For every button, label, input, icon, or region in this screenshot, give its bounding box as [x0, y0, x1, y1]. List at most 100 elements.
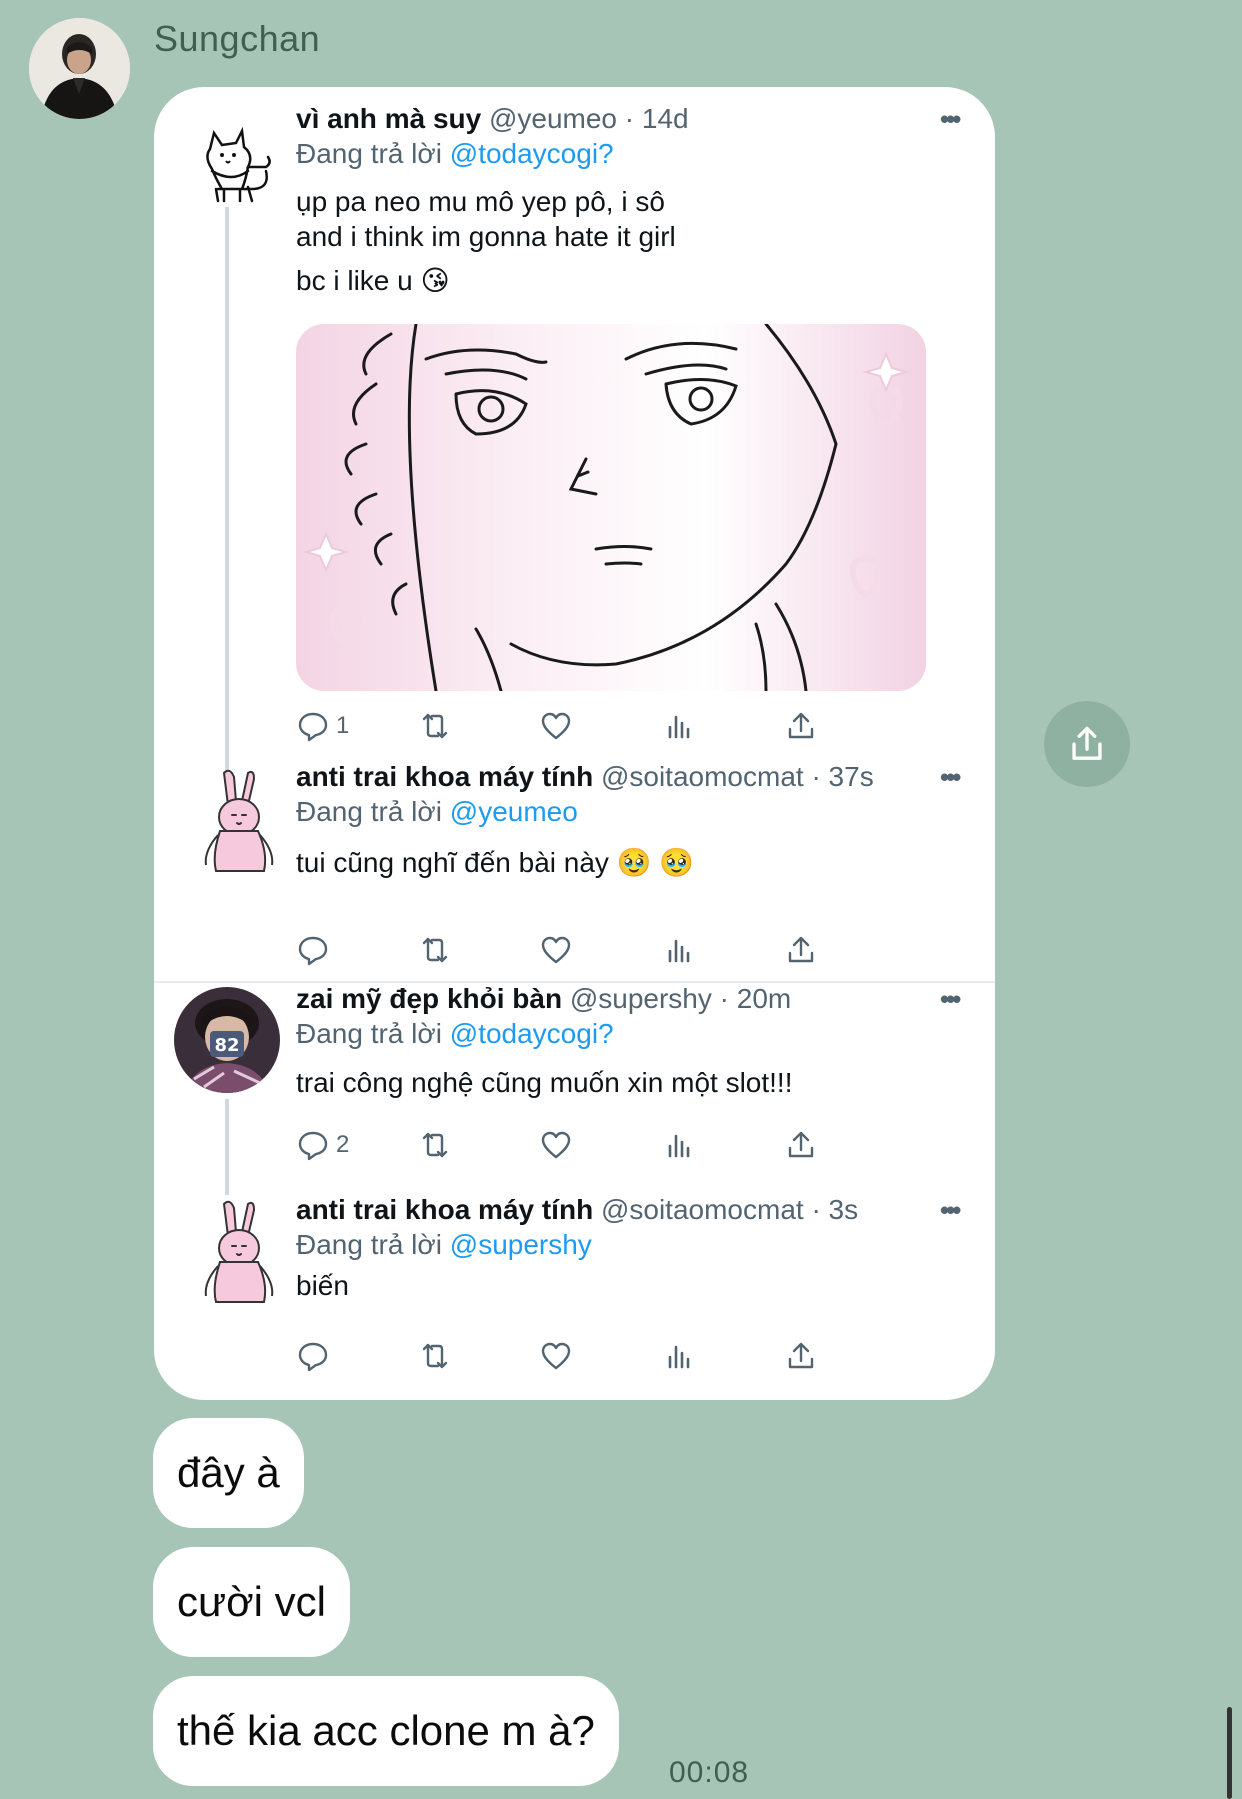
retweet-button[interactable]	[418, 1125, 452, 1165]
message-bubble[interactable]: cười vcl	[153, 1547, 350, 1657]
views-button[interactable]	[662, 930, 696, 970]
display-name[interactable]: zai mỹ đẹp khỏi bàn	[296, 983, 562, 1014]
replying-to: Đang trả lời @supershy	[296, 1229, 592, 1261]
share-button[interactable]	[784, 1125, 818, 1165]
anime-sketch-image[interactable]	[296, 324, 926, 691]
replying-to: Đang trả lời @yeumeo	[296, 796, 578, 828]
tweet-actions: 2	[296, 1125, 916, 1165]
heart-icon	[541, 1131, 571, 1159]
reply-count: 2	[336, 1131, 350, 1158]
tweet-actions	[296, 1336, 916, 1376]
sender-name: Sungchan	[154, 18, 321, 59]
handle-time: @yeumeo · 14d	[488, 103, 689, 134]
share-button[interactable]	[784, 930, 818, 970]
display-name[interactable]: anti trai khoa máy tính	[296, 761, 593, 792]
replying-to-label: Đang trả lời	[296, 1018, 442, 1049]
reply-icon	[298, 1131, 328, 1161]
tweet-line: tui cũng nghĩ đến bài này 🥹 🥹	[296, 847, 695, 878]
cat-doodle-avatar[interactable]	[182, 109, 294, 221]
tweet-header: anti trai khoa máy tính @soitaomocmat · …	[296, 761, 874, 793]
tweet-text: tui cũng nghĩ đến bài này 🥹 🥹	[296, 845, 694, 880]
retweet-button[interactable]	[418, 706, 452, 746]
tweet-text: biến	[296, 1268, 349, 1303]
reply-count: 1	[336, 712, 350, 739]
retweet-icon	[422, 1132, 448, 1158]
views-button[interactable]	[662, 706, 696, 746]
tweet-actions	[296, 930, 916, 970]
message-bubble[interactable]: thế kia acc clone m à?	[153, 1676, 619, 1786]
mention-link[interactable]: @yeumeo	[450, 796, 578, 827]
replying-to-label: Đang trả lời	[296, 796, 442, 827]
share-icon	[788, 712, 814, 739]
views-chart-icon	[668, 715, 690, 739]
share-icon	[1072, 726, 1102, 760]
tweet-header: vì anh mà suy @yeumeo · 14d	[296, 103, 689, 135]
share-icon	[788, 936, 814, 963]
retweet-icon	[422, 1343, 448, 1369]
svg-text:82: 82	[214, 1035, 239, 1056]
heart-icon	[541, 936, 571, 964]
views-button[interactable]	[662, 1125, 696, 1165]
retweet-icon	[422, 937, 448, 963]
like-button[interactable]	[539, 706, 573, 746]
heart-icon	[541, 712, 571, 740]
tweet-text: trai công nghệ cũng muốn xin một slot!!!	[296, 1065, 793, 1100]
tweet-line: and i think im gonna hate it girl	[296, 221, 676, 252]
tweet-header: zai mỹ đẹp khỏi bàn @supershy · 20m	[296, 983, 791, 1015]
reply-icon	[298, 712, 328, 742]
replying-to-label: Đang trả lời	[296, 1229, 442, 1260]
like-button[interactable]	[539, 1125, 573, 1165]
retweet-button[interactable]	[418, 1336, 452, 1376]
like-button[interactable]	[539, 1336, 573, 1376]
pink-rabbit-avatar[interactable]	[182, 1196, 294, 1308]
like-button[interactable]	[539, 930, 573, 970]
tweet-header: anti trai khoa máy tính @soitaomocmat · …	[296, 1194, 858, 1226]
views-chart-icon	[668, 1134, 690, 1158]
tweet-line: biến	[296, 1270, 349, 1301]
mention-link[interactable]: @todaycogi?	[450, 138, 614, 169]
display-name[interactable]: anti trai khoa máy tính	[296, 1194, 593, 1225]
views-chart-icon	[668, 939, 690, 963]
sender-avatar[interactable]	[29, 18, 130, 119]
heart-icon	[541, 1342, 571, 1370]
mention-link[interactable]: @todaycogi?	[450, 1018, 614, 1049]
more-options-icon[interactable]: •••	[940, 984, 961, 1015]
display-name[interactable]: vì anh mà suy	[296, 103, 481, 134]
reply-icon	[298, 936, 328, 966]
reply-button[interactable]: 2	[296, 1125, 349, 1165]
tweet-line: bc i like u 😘	[296, 265, 450, 296]
tweet-line: ụp pa neo mu mô yep pô, i sô	[296, 186, 665, 217]
tweet-line: trai công nghệ cũng muốn xin một slot!!!	[296, 1067, 793, 1098]
views-chart-icon	[668, 1345, 690, 1369]
share-icon	[788, 1342, 814, 1369]
share-button[interactable]	[784, 1336, 818, 1376]
more-options-icon[interactable]: •••	[940, 1195, 961, 1226]
retweet-icon	[422, 713, 448, 739]
views-button[interactable]	[662, 1336, 696, 1376]
mention-link[interactable]: @supershy	[450, 1229, 592, 1260]
reply-button[interactable]: 1	[296, 706, 349, 746]
pink-rabbit-avatar[interactable]	[182, 765, 294, 877]
tweet-actions: 1	[296, 706, 916, 746]
replying-to: Đang trả lời @todaycogi?	[296, 1018, 614, 1050]
tweet-embed-card[interactable]: vì anh mà suy @yeumeo · 14d ••• Đang trả…	[154, 87, 995, 1400]
tweet-text: ụp pa neo mu mô yep pô, i sô and i think…	[296, 184, 676, 298]
handle-time: @soitaomocmat · 37s	[600, 761, 874, 792]
reply-button[interactable]	[296, 1336, 336, 1376]
message-bubble[interactable]: đây à	[153, 1418, 304, 1528]
reply-button[interactable]	[296, 930, 336, 970]
reply-icon	[298, 1342, 328, 1372]
share-button[interactable]	[784, 706, 818, 746]
handle-time: @supershy · 20m	[569, 983, 792, 1014]
retweet-button[interactable]	[418, 930, 452, 970]
message-timestamp: 00:08	[669, 1756, 750, 1789]
forward-share-button[interactable]	[1044, 701, 1130, 787]
replying-to-label: Đang trả lời	[296, 138, 442, 169]
more-options-icon[interactable]: •••	[940, 104, 961, 135]
more-options-icon[interactable]: •••	[940, 762, 961, 793]
scrollbar[interactable]	[1227, 1707, 1232, 1799]
replying-to: Đang trả lời @todaycogi?	[296, 138, 614, 170]
person-photo-avatar[interactable]: 82	[174, 987, 280, 1093]
handle-time: @soitaomocmat · 3s	[600, 1194, 859, 1225]
share-icon	[788, 1131, 814, 1158]
